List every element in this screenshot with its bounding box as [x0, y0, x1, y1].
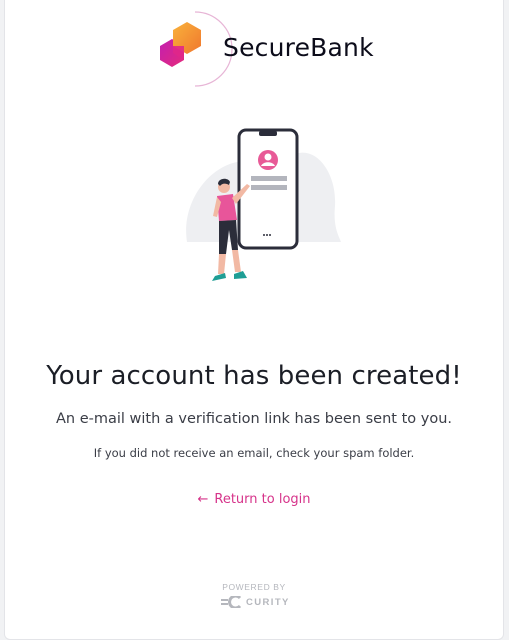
- return-to-login-label: Return to login: [214, 492, 311, 507]
- spam-folder-hint: If you did not receive an email, check y…: [93, 446, 415, 460]
- arrow-left-icon: ←: [197, 492, 209, 507]
- verification-message: An e-mail with a verification link has b…: [56, 411, 452, 427]
- curity-logo: CURITY: [221, 596, 290, 608]
- brand-name: SecureBank: [223, 33, 374, 62]
- securebank-logo: SecureBank: [155, 8, 385, 92]
- securebank-logo-icon: [160, 11, 233, 87]
- curity-wordmark: CURITY: [246, 596, 290, 608]
- account-created-card: SecureBank Your account has been created…: [4, 0, 504, 640]
- return-to-login-link[interactable]: ← Return to login: [5, 492, 503, 507]
- curity-logo-icon: [221, 596, 242, 608]
- powered-by-label: POWERED BY: [222, 582, 286, 592]
- phone-profile-illustration: [177, 124, 345, 290]
- page-title: Your account has been created!: [46, 361, 462, 391]
